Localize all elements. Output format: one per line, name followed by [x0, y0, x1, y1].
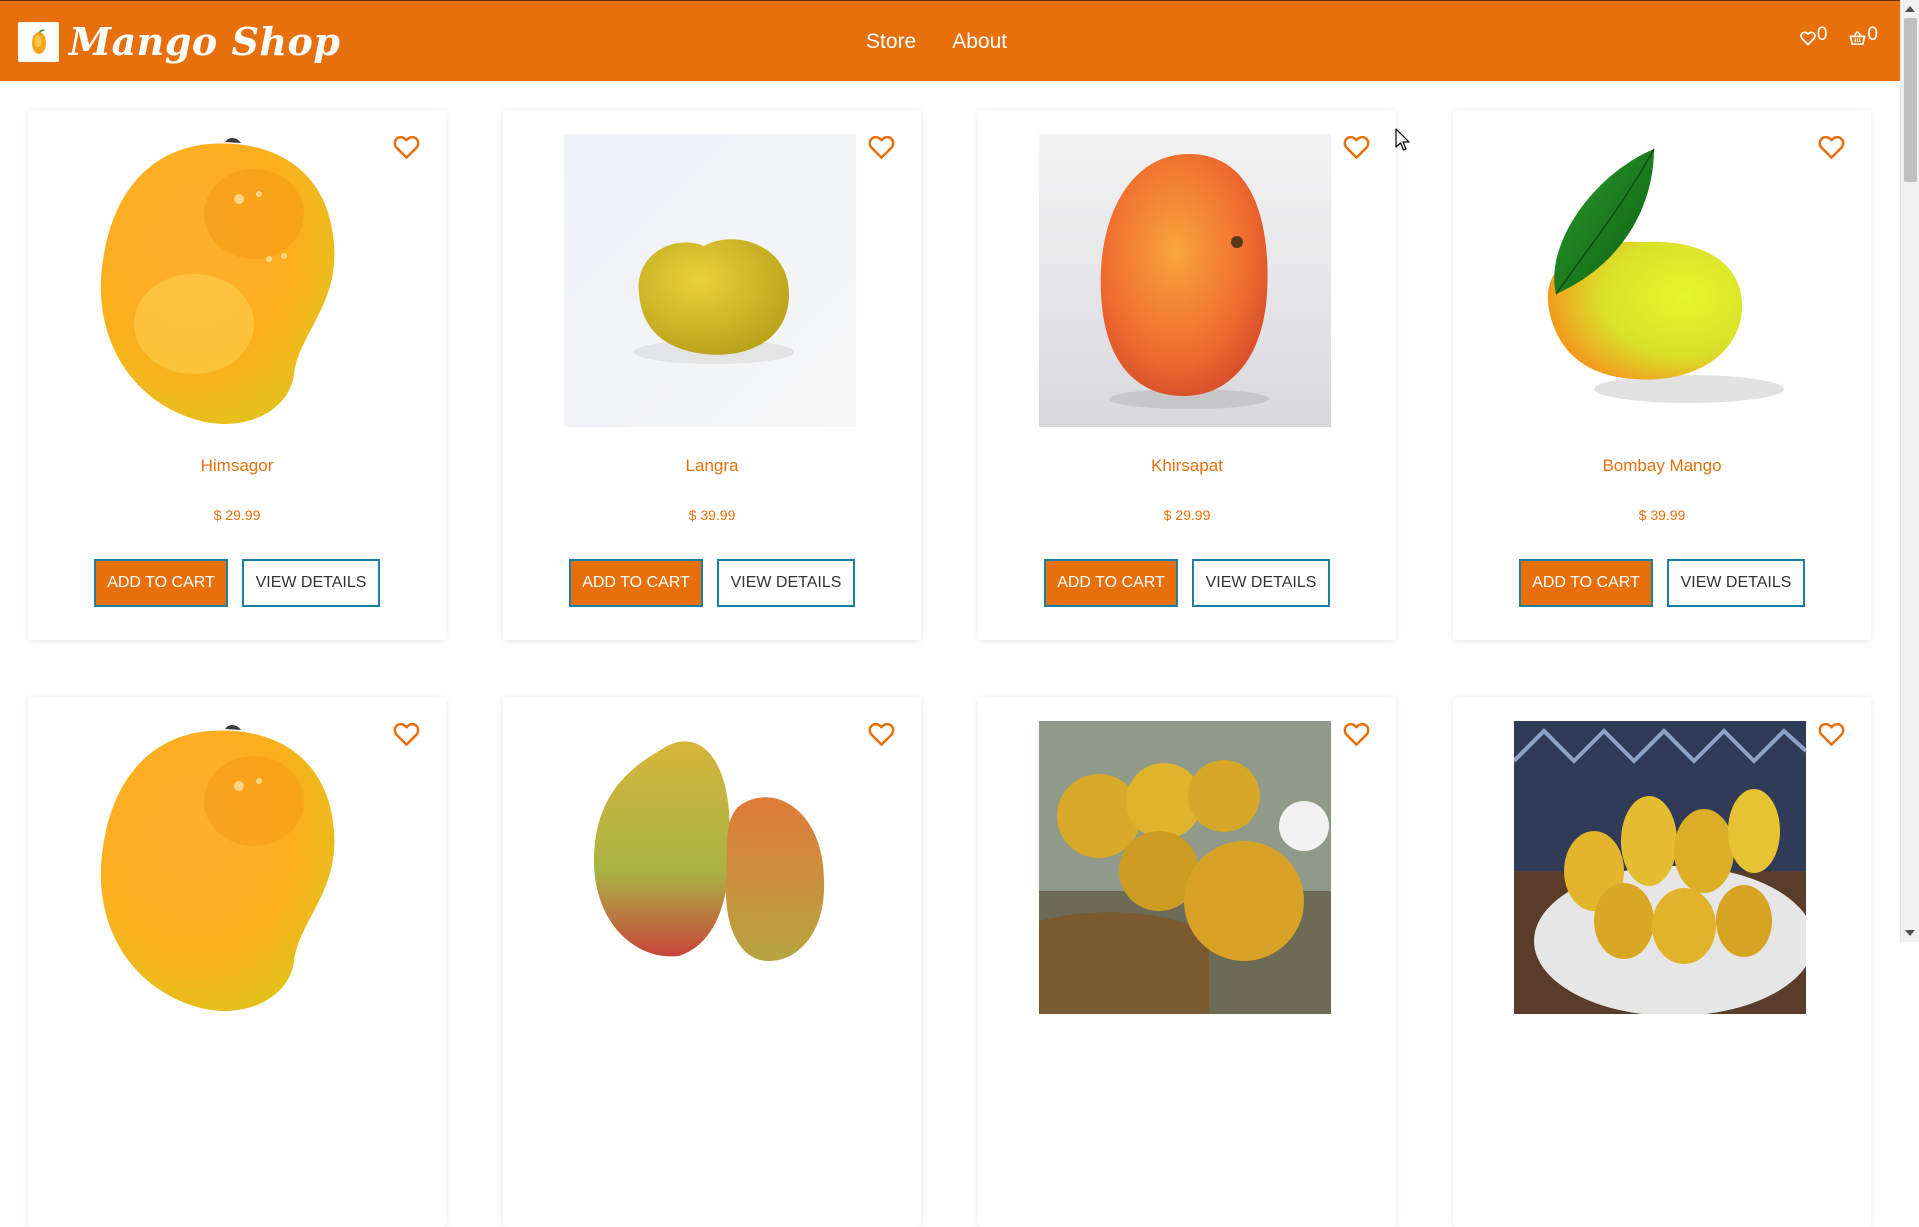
product-name[interactable]: Bombay Mango: [1453, 456, 1871, 476]
favorite-heart-icon[interactable]: [868, 135, 895, 164]
cart-count: 0: [1867, 24, 1878, 45]
scroll-down-arrow-icon[interactable]: [1905, 930, 1915, 936]
product-card: Himsagor $ 29.99 ADD TO CART VIEW DETAIL…: [28, 110, 446, 640]
product-card: Langra $ 39.99 ADD TO CART VIEW DETAILS: [503, 110, 921, 640]
vertical-scrollbar[interactable]: [1900, 0, 1919, 942]
favorite-heart-icon[interactable]: [868, 722, 895, 751]
add-to-cart-button[interactable]: ADD TO CART: [1044, 559, 1178, 607]
wishlist-button[interactable]: 0: [1800, 24, 1828, 46]
add-to-cart-button[interactable]: ADD TO CART: [94, 559, 228, 607]
card-actions: ADD TO CART VIEW DETAILS: [978, 559, 1396, 607]
wishlist-count: 0: [1816, 24, 1828, 45]
favorite-heart-icon[interactable]: [1818, 722, 1845, 751]
product-name[interactable]: Himsagor: [28, 456, 446, 476]
product-price: $ 39.99: [688, 507, 736, 523]
nav-links: Store About: [866, 27, 1043, 57]
brand[interactable]: Mango Shop: [18, 18, 340, 66]
view-details-button[interactable]: VIEW DETAILS: [1192, 559, 1330, 607]
product-name[interactable]: Khirsapat: [978, 456, 1396, 476]
view-details-button[interactable]: VIEW DETAILS: [242, 559, 380, 607]
product-card: Khirsapat $ 29.99 ADD TO CART VIEW DETAI…: [978, 110, 1396, 640]
nav-link-about[interactable]: About: [952, 27, 1007, 57]
heart-icon: [1800, 31, 1816, 46]
add-to-cart-button[interactable]: ADD TO CART: [1519, 559, 1653, 607]
favorite-heart-icon[interactable]: [1343, 135, 1370, 164]
basket-icon: [1849, 31, 1866, 46]
top-navbar: Mango Shop Store About 0 0: [0, 0, 1900, 81]
view-details-button[interactable]: VIEW DETAILS: [1667, 559, 1805, 607]
card-actions: ADD TO CART VIEW DETAILS: [28, 559, 446, 607]
brand-name: Mango Shop: [69, 19, 341, 64]
product-image[interactable]: [1039, 721, 1331, 1014]
scrollbar-thumb[interactable]: [1904, 18, 1917, 182]
product-image[interactable]: [564, 134, 856, 427]
product-image[interactable]: [1039, 134, 1331, 427]
product-image[interactable]: [89, 721, 381, 1014]
favorite-heart-icon[interactable]: [393, 135, 420, 164]
scroll-up-arrow-icon[interactable]: [1905, 6, 1915, 12]
card-actions: ADD TO CART VIEW DETAILS: [503, 559, 921, 607]
nav-icons: 0 0: [1778, 25, 1878, 46]
card-actions: ADD TO CART VIEW DETAILS: [1453, 559, 1871, 607]
cart-button[interactable]: 0: [1849, 25, 1878, 46]
favorite-heart-icon[interactable]: [1343, 722, 1370, 751]
product-price: $ 29.99: [213, 507, 261, 523]
product-card: [503, 697, 921, 1227]
product-image[interactable]: [564, 721, 856, 1014]
view-details-button[interactable]: VIEW DETAILS: [717, 559, 855, 607]
favorite-heart-icon[interactable]: [1818, 135, 1845, 164]
product-image[interactable]: [1514, 134, 1806, 427]
favorite-heart-icon[interactable]: [393, 722, 420, 751]
product-card: [1453, 697, 1871, 1227]
product-card: [28, 697, 446, 1227]
product-name[interactable]: Langra: [503, 456, 921, 476]
product-image[interactable]: [1514, 721, 1806, 1014]
product-price: $ 39.99: [1638, 507, 1686, 523]
product-image[interactable]: [89, 134, 381, 427]
mango-logo-icon: [18, 22, 59, 62]
product-price: $ 29.99: [1163, 507, 1211, 523]
product-card: [978, 697, 1396, 1227]
add-to-cart-button[interactable]: ADD TO CART: [569, 559, 703, 607]
product-card: Bombay Mango $ 39.99 ADD TO CART VIEW DE…: [1453, 110, 1871, 640]
mouse-cursor-icon: [1395, 128, 1411, 156]
nav-link-store[interactable]: Store: [866, 27, 916, 57]
